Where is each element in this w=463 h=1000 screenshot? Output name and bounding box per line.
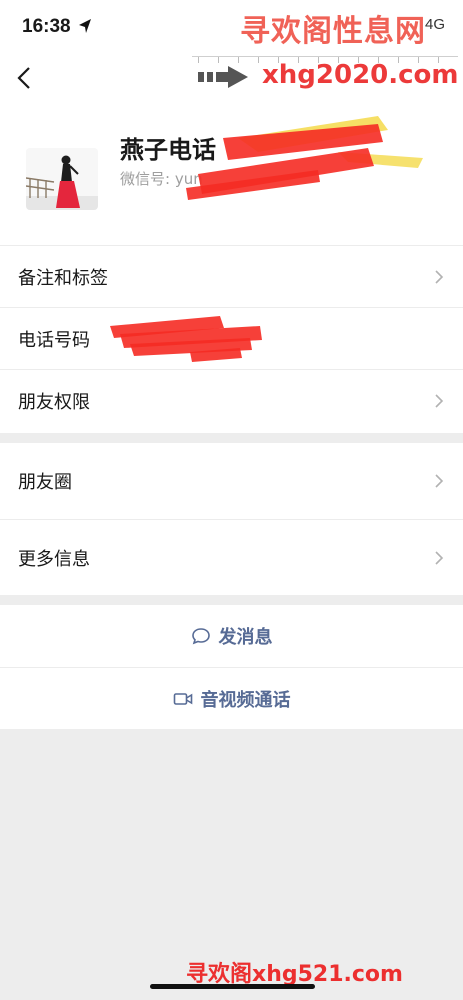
menu-item-more-info[interactable]: 更多信息 xyxy=(0,519,463,595)
location-arrow-icon xyxy=(79,19,91,33)
home-indicator[interactable] xyxy=(150,984,315,989)
chevron-right-icon xyxy=(435,474,444,488)
redaction-scribble xyxy=(186,116,423,200)
menu-group-social: 朋友圈 更多信息 xyxy=(0,443,463,595)
status-time: 16:38 xyxy=(22,16,71,37)
send-message-label: 发消息 xyxy=(218,627,273,648)
menu-item-friend-permissions[interactable]: 朋友权限 xyxy=(0,369,463,431)
chat-bubble-icon xyxy=(191,628,210,645)
chevron-right-icon xyxy=(435,393,444,408)
menu-item-label: 备注和标签 xyxy=(18,267,108,289)
watermark-top: 寻欢阁性息网 xyxy=(240,14,426,49)
menu-group-contact: 备注和标签 电话号码 朋友权限 xyxy=(0,245,463,433)
avatar[interactable] xyxy=(26,148,98,210)
redaction-scribble xyxy=(110,316,262,362)
chevron-right-icon xyxy=(435,269,444,284)
chevron-right-icon xyxy=(435,550,444,565)
menu-item-remarks-tags[interactable]: 备注和标签 xyxy=(0,245,463,307)
menu-item-label: 更多信息 xyxy=(18,548,90,570)
menu-item-moments[interactable]: 朋友圈 xyxy=(0,443,463,519)
menu-item-label: 朋友权限 xyxy=(18,391,90,413)
watermark-arrow-icon xyxy=(198,66,248,88)
profile-header: 16:38 4G 寻欢阁性息网 xhg2020.com 燕子电话 微信号: yu… xyxy=(0,0,463,245)
av-call-button[interactable]: 音视频通话 xyxy=(0,667,463,729)
watermark-url: xhg2020.com xyxy=(262,60,459,90)
avatar-photo xyxy=(26,148,98,210)
back-arrow-icon[interactable] xyxy=(14,66,36,90)
network-indicator: 4G xyxy=(424,16,445,33)
send-message-button[interactable]: 发消息 xyxy=(0,605,463,667)
menu-item-label: 朋友圈 xyxy=(18,472,72,493)
av-call-label: 音视频通话 xyxy=(200,689,291,711)
menu-item-label: 电话号码 xyxy=(18,329,90,351)
video-camera-icon xyxy=(173,692,192,705)
menu-item-phone[interactable]: 电话号码 xyxy=(0,307,463,369)
action-group: 发消息 音视频通话 xyxy=(0,605,463,729)
